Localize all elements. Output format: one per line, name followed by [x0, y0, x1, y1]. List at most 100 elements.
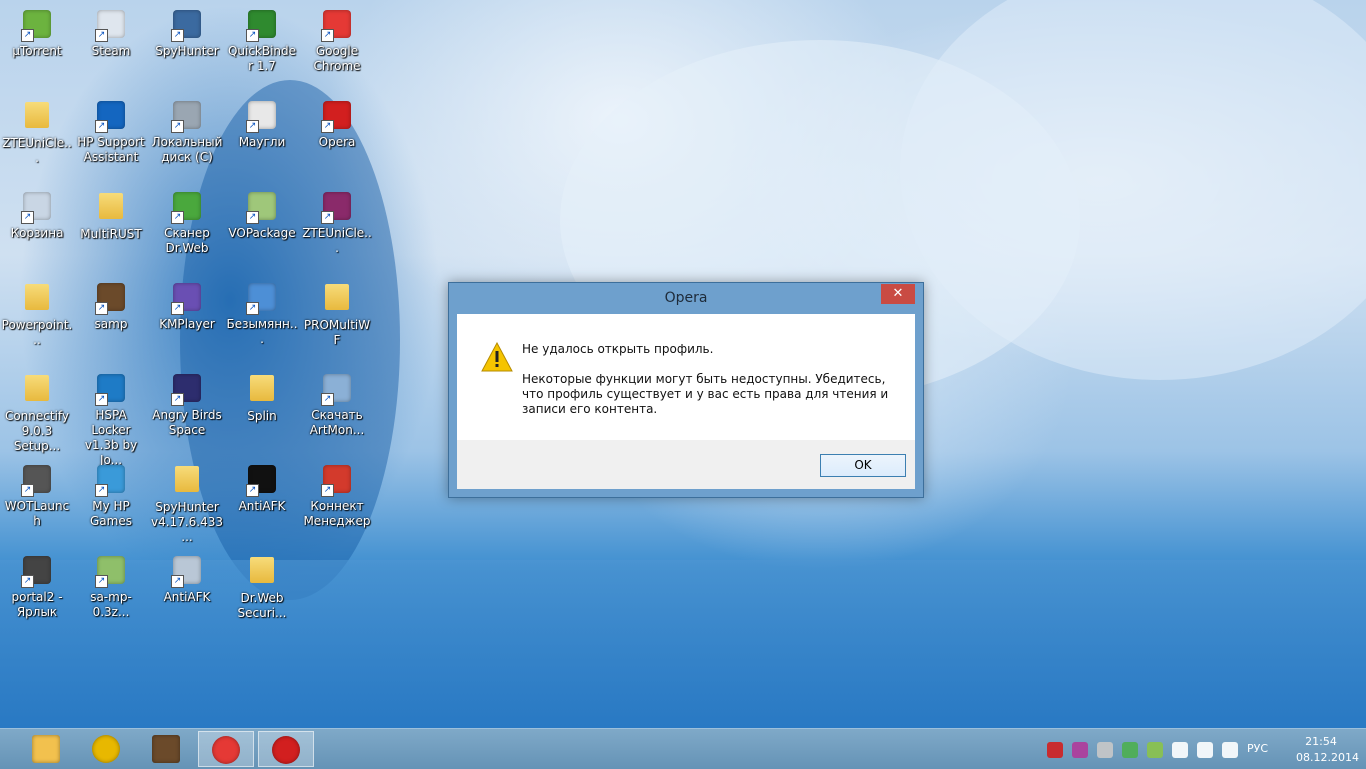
desktop-icon-label: Сканер Dr.Web: [164, 226, 210, 255]
desktop-icon[interactable]: Dr.Web Securi...: [226, 554, 298, 621]
desktop-icon[interactable]: Splin: [226, 372, 298, 424]
desktop-icon[interactable]: ↗ SpyHunter: [151, 8, 223, 59]
desktop-icon[interactable]: ↗ Angry Birds Space: [151, 372, 223, 438]
desktop-icon-label: Корзина: [10, 226, 64, 240]
desktop-icon-label: Локальный диск (C): [151, 135, 223, 164]
ok-button[interactable]: OK: [820, 454, 906, 477]
antiafk-gear-icon: ↗: [171, 556, 203, 588]
spyhunter-icon: ↗: [171, 10, 203, 42]
samp-icon: ↗: [95, 283, 127, 315]
desktop-icon[interactable]: ↗ WOTLaunch: [1, 463, 73, 529]
desktop-icon[interactable]: ↗ Корзина: [1, 190, 73, 241]
desktop-icon-label: Google Chrome: [313, 44, 361, 73]
desktop-icon[interactable]: ↗ My HP Games: [75, 463, 147, 529]
taskbar-button[interactable]: [198, 731, 254, 767]
close-button[interactable]: ✕: [881, 284, 915, 304]
desktop-icon[interactable]: ↗ QuickBinder 1.7: [226, 8, 298, 74]
artmoney-icon: ↗: [321, 374, 353, 406]
desktop-icon[interactable]: Connectify 9.0.3 Setup...: [1, 372, 73, 454]
desktop-icon[interactable]: ↗ KMPlayer: [151, 281, 223, 332]
chrome-icon: ↗: [321, 10, 353, 42]
desktop-icon[interactable]: MultiRUST: [75, 190, 147, 242]
network-tray-icon[interactable]: [1172, 742, 1188, 758]
folder-shape: [25, 102, 49, 128]
mpeg-file-icon: ↗: [246, 101, 278, 133]
desktop-icon[interactable]: ↗ Сканер Dr.Web: [151, 190, 223, 256]
shortcut-arrow-icon: ↗: [171, 120, 184, 133]
drweb-tray-icon[interactable]: [1147, 742, 1163, 758]
shortcut-arrow-icon: ↗: [95, 393, 108, 406]
chat-tray-icon[interactable]: [1072, 742, 1088, 758]
desktop-icon[interactable]: ↗ Безымянн...: [226, 281, 298, 347]
desktop-icon[interactable]: Powerpoint...: [1, 281, 73, 348]
opera-icon: ↗: [321, 101, 353, 133]
desktop-icon-label: MultiRUST: [80, 227, 142, 241]
desktop-icon[interactable]: ↗ µTorrent: [1, 8, 73, 59]
desktop-icon[interactable]: ↗ VOPackage: [226, 190, 298, 241]
hp-support-icon: ↗: [95, 101, 127, 133]
opera-error-dialog: Opera ✕ Не удалось открыть профиль. Неко…: [448, 282, 924, 498]
desktop-icon-label: HP Support Assistant: [77, 135, 145, 164]
desktop-icon[interactable]: ↗ Скачать ArtMon...: [301, 372, 373, 438]
signal-tray-icon[interactable]: [1197, 742, 1213, 758]
desktop-icon[interactable]: ↗ sa-mp-0.3z...: [75, 554, 147, 620]
desktop-icon[interactable]: ↗ portal2 - Ярлык: [1, 554, 73, 620]
warning-icon: [481, 342, 513, 372]
desktop-icon[interactable]: ↗ ZTEUniCle...: [301, 190, 373, 256]
taskbar-button[interactable]: [258, 731, 314, 767]
desktop-icon-label: My HP Games: [90, 499, 132, 528]
clock[interactable]: 21:54 08.12.2014: [1296, 734, 1359, 766]
folder-icon: [21, 375, 53, 407]
desktop-icon[interactable]: ↗ Google Chrome: [301, 8, 373, 74]
shortcut-arrow-icon: ↗: [21, 29, 34, 42]
volume-tray-icon[interactable]: [1222, 742, 1238, 758]
shortcut-arrow-icon: ↗: [321, 484, 334, 497]
scanner-icon: ↗: [246, 283, 278, 315]
language-indicator[interactable]: РУС: [1247, 742, 1268, 755]
taskbar-button[interactable]: [78, 731, 134, 767]
folder-icon: [246, 375, 278, 407]
desktop-icon[interactable]: ↗ AntiAFK: [151, 554, 223, 605]
security-tray-icon[interactable]: [1122, 742, 1138, 758]
desktop-icon-label: ZTEUniCle...: [302, 226, 372, 255]
shortcut-arrow-icon: ↗: [21, 575, 34, 588]
desktop-icon[interactable]: ↗ Маугли: [226, 99, 298, 150]
drweb-scanner-icon: ↗: [171, 192, 203, 224]
opera-tray-icon[interactable]: [1047, 742, 1063, 758]
desktop-icon-label: Connectify 9.0.3 Setup...: [4, 409, 70, 453]
desktop-icon[interactable]: ↗ HSPA Locker v1.3b by Jo...: [75, 372, 147, 468]
desktop-icon[interactable]: ↗ AntiAFK: [226, 463, 298, 514]
desktop-icon[interactable]: ↗ Локальный диск (C): [151, 99, 223, 165]
desktop-icon[interactable]: ↗ HP Support Assistant: [75, 99, 147, 165]
desktop-icon[interactable]: ↗ Opera: [301, 99, 373, 150]
shortcut-arrow-icon: ↗: [95, 484, 108, 497]
file-explorer-icon: [32, 735, 60, 763]
taskbar-button[interactable]: [18, 731, 74, 767]
taskbar-button[interactable]: [138, 731, 194, 767]
flag-tray-icon[interactable]: [1097, 742, 1113, 758]
samp-icon: [152, 735, 180, 763]
desktop-icon-label: samp: [94, 317, 128, 331]
desktop-icon-label: Splin: [247, 409, 277, 423]
desktop-icon[interactable]: ↗ samp: [75, 281, 147, 332]
folder-shape: [250, 375, 274, 401]
steam-icon: ↗: [95, 10, 127, 42]
desktop-icon-label: Steam: [91, 44, 131, 58]
quickbinder-icon: ↗: [246, 10, 278, 42]
shortcut-arrow-icon: ↗: [21, 484, 34, 497]
folder-shape: [325, 284, 349, 310]
desktop-icon[interactable]: ↗ Steam: [75, 8, 147, 59]
desktop-icon-label: SpyHunter: [155, 44, 219, 58]
desktop-icon-label: PROMultiWF: [303, 318, 371, 347]
desktop-icon[interactable]: SpyHunter v4.17.6.433...: [151, 463, 223, 545]
desktop-icon[interactable]: PROMultiWF: [301, 281, 373, 348]
shortcut-arrow-icon: ↗: [95, 302, 108, 315]
desktop-icon-label: Маугли: [238, 135, 286, 149]
desktop-icon[interactable]: ZTEUniCle...: [1, 99, 73, 166]
desktop-icon[interactable]: ↗ Коннект Менеджер: [301, 463, 373, 529]
folder-shape: [25, 375, 49, 401]
desktop-icon-label: ZTEUniCle...: [2, 136, 72, 165]
connect-manager-icon: ↗: [321, 465, 353, 497]
wot-icon: ↗: [21, 465, 53, 497]
clock-time: 21:54: [1305, 735, 1337, 748]
